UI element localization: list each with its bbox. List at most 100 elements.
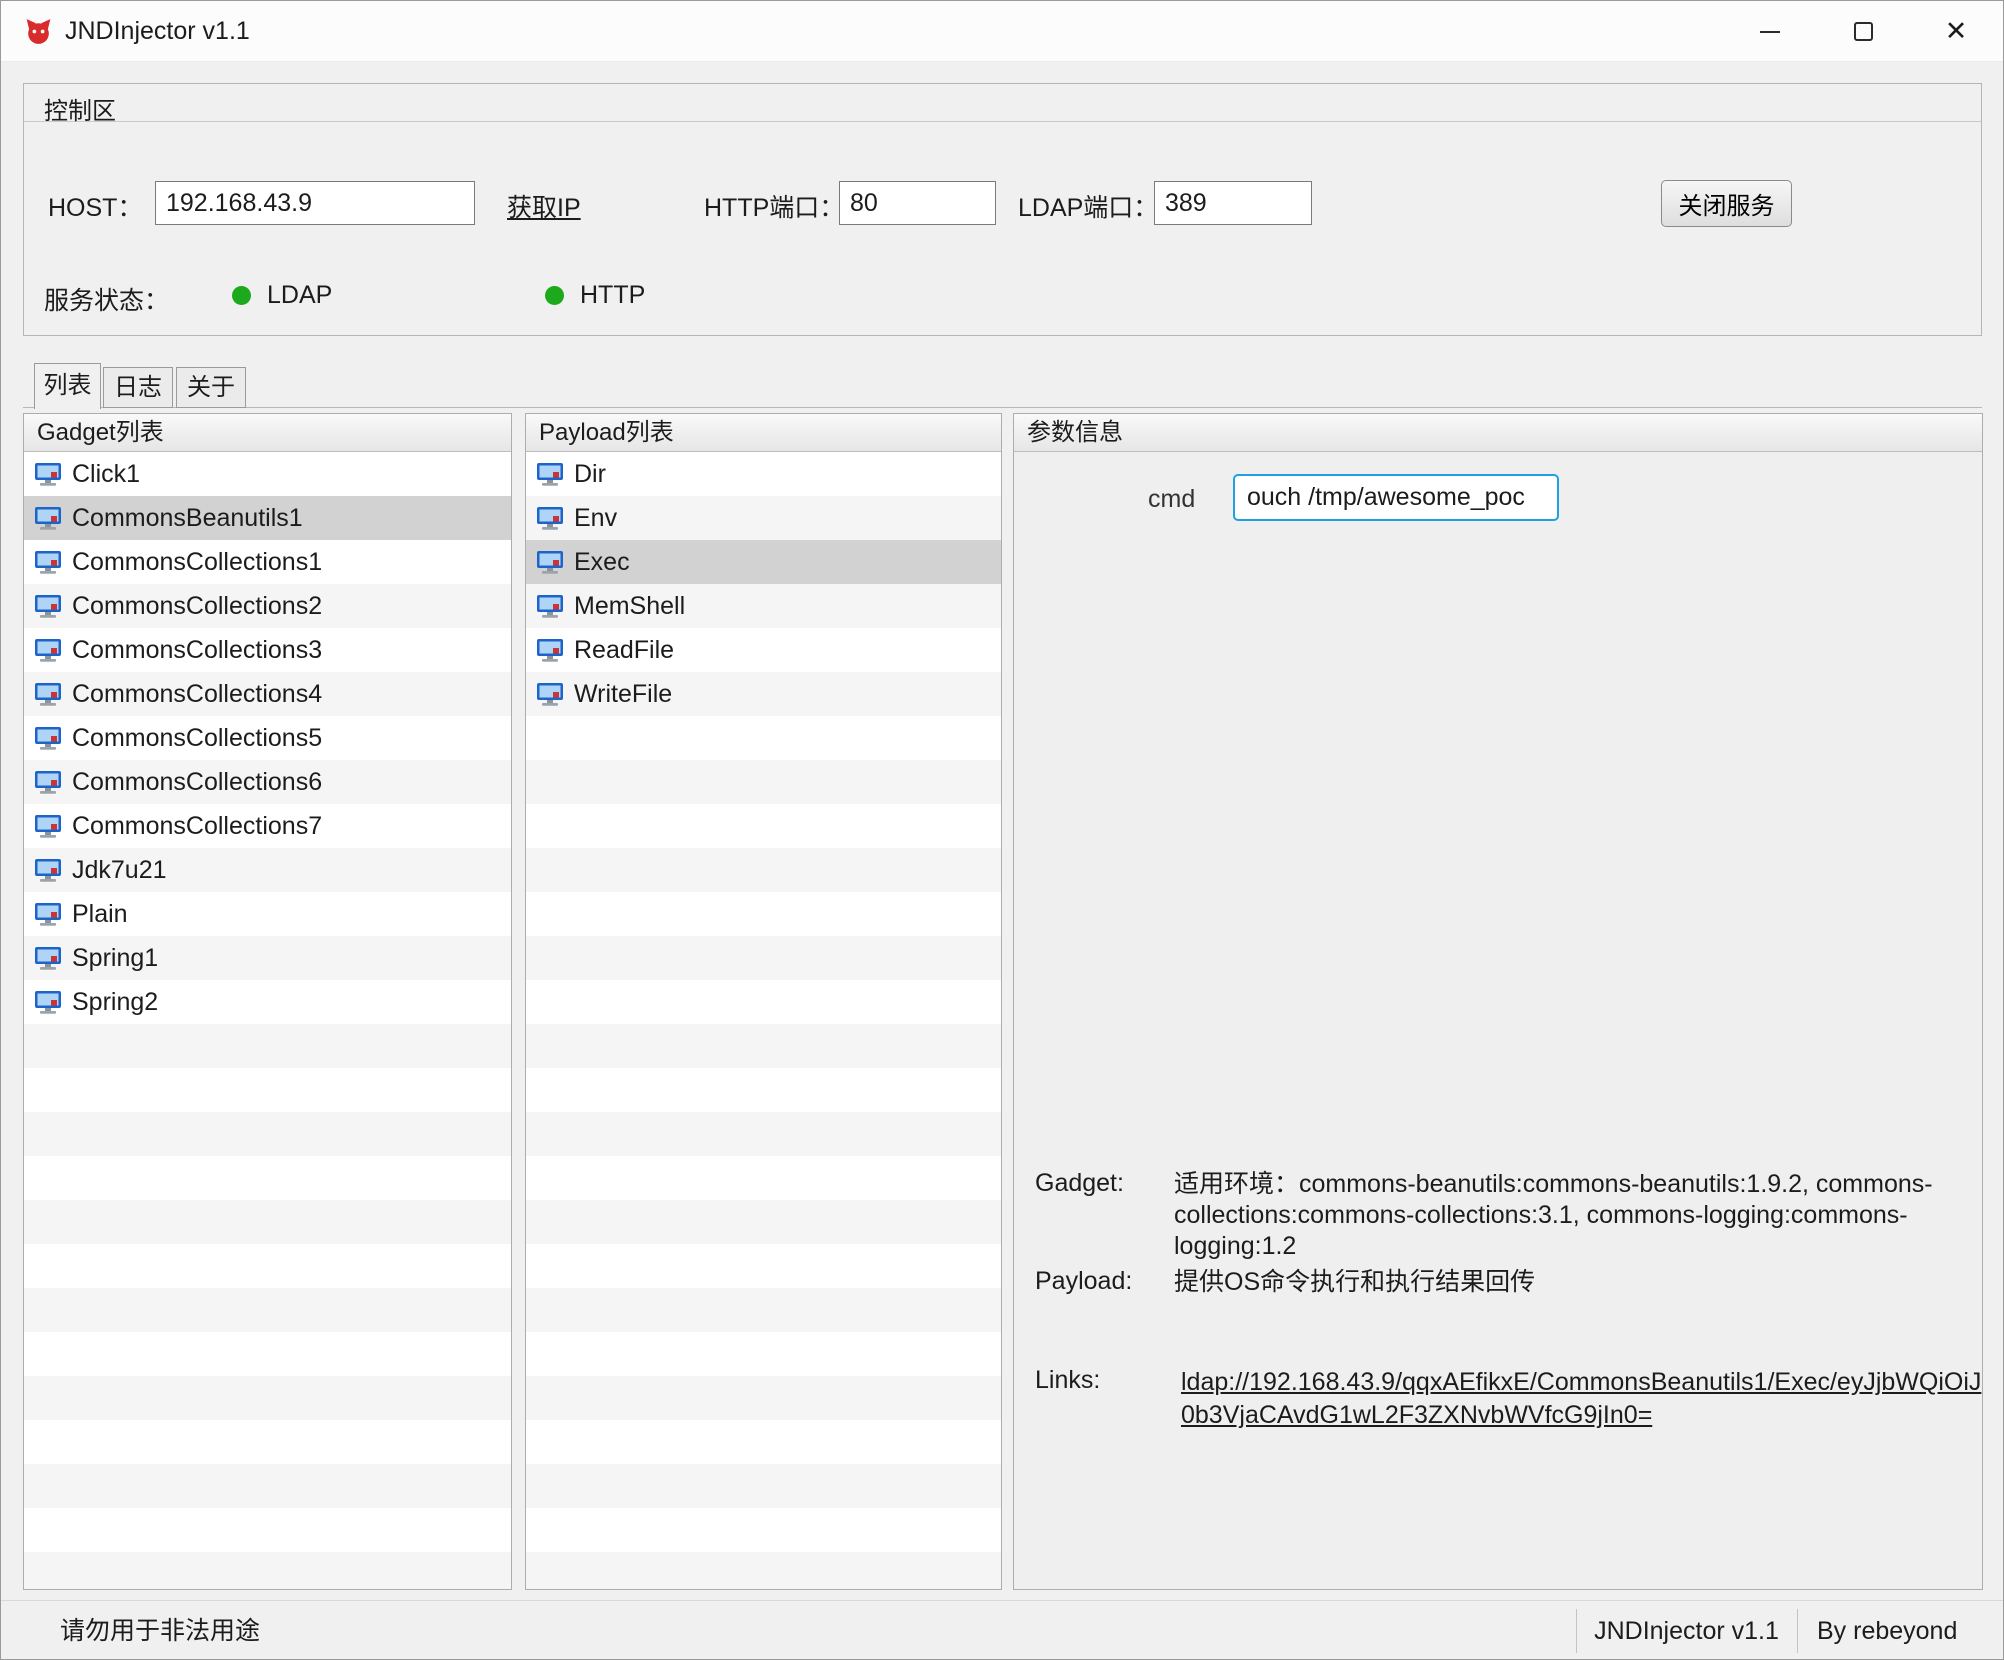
tab-list[interactable]: 列表 bbox=[34, 363, 101, 409]
list-item-label: Plain bbox=[72, 900, 128, 929]
list-item-env[interactable]: Env bbox=[526, 496, 1001, 540]
computer-icon bbox=[536, 682, 564, 707]
empty-row bbox=[24, 1552, 511, 1589]
empty-row bbox=[24, 1288, 511, 1332]
gadget-desc-label: Gadget: bbox=[1035, 1169, 1124, 1198]
list-item-spring1[interactable]: Spring1 bbox=[24, 936, 511, 980]
list-item-spring2[interactable]: Spring2 bbox=[24, 980, 511, 1024]
list-item-label: Env bbox=[574, 504, 617, 533]
list-item-label: CommonsCollections6 bbox=[72, 768, 322, 797]
empty-row bbox=[24, 1332, 511, 1376]
empty-row bbox=[526, 848, 1001, 892]
list-item-readfile[interactable]: ReadFile bbox=[526, 628, 1001, 672]
empty-row bbox=[24, 1244, 511, 1288]
links-label: Links: bbox=[1035, 1366, 1100, 1395]
empty-row bbox=[24, 1508, 511, 1552]
list-item-label: Exec bbox=[574, 548, 630, 577]
list-item-label: MemShell bbox=[574, 592, 685, 621]
list-item-label: CommonsCollections3 bbox=[72, 636, 322, 665]
get-ip-link[interactable]: 获取IP bbox=[507, 188, 581, 224]
maximize-button[interactable] bbox=[1827, 1, 1899, 62]
empty-row bbox=[526, 1420, 1001, 1464]
computer-icon bbox=[536, 594, 564, 619]
stop-service-button[interactable]: 关闭服务 bbox=[1661, 180, 1792, 227]
empty-row bbox=[526, 1552, 1001, 1589]
list-item-plain[interactable]: Plain bbox=[24, 892, 511, 936]
computer-icon bbox=[536, 462, 564, 487]
list-item-label: Spring1 bbox=[72, 944, 158, 973]
tab-log[interactable]: 日志 bbox=[103, 367, 173, 408]
ldap-status-dot bbox=[232, 286, 251, 305]
computer-icon bbox=[34, 506, 62, 531]
list-item-commonsbeanutils1[interactable]: CommonsBeanutils1 bbox=[24, 496, 511, 540]
list-item-label: ReadFile bbox=[574, 636, 674, 665]
computer-icon bbox=[536, 550, 564, 575]
empty-row bbox=[526, 1112, 1001, 1156]
empty-row bbox=[526, 760, 1001, 804]
list-item-commonscollections3[interactable]: CommonsCollections3 bbox=[24, 628, 511, 672]
list-item-label: Click1 bbox=[72, 460, 140, 489]
list-item-label: Jdk7u21 bbox=[72, 856, 167, 885]
param-panel-title: 参数信息 bbox=[1014, 414, 1982, 452]
control-group-header: 控制区 bbox=[24, 84, 1981, 122]
computer-icon bbox=[536, 638, 564, 663]
control-group: 控制区 HOST： 获取IP HTTP端口： LDAP端口： 关闭服务 服务状态… bbox=[23, 83, 1982, 336]
list-item-writefile[interactable]: WriteFile bbox=[526, 672, 1001, 716]
cmd-input[interactable] bbox=[1233, 474, 1559, 521]
list-item-label: CommonsCollections4 bbox=[72, 680, 322, 709]
empty-row bbox=[24, 1420, 511, 1464]
gadget-desc: 适用环境：commons-beanutils:commons-beanutils… bbox=[1174, 1169, 1979, 1262]
statusbar-separator bbox=[1797, 1609, 1798, 1653]
status-bar: 请勿用于非法用途 JNDInjector v1.1 By rebeyond bbox=[1, 1600, 2003, 1660]
list-item-commonscollections1[interactable]: CommonsCollections1 bbox=[24, 540, 511, 584]
computer-icon bbox=[34, 682, 62, 707]
empty-row bbox=[526, 804, 1001, 848]
computer-icon bbox=[34, 902, 62, 927]
tab-about[interactable]: 关于 bbox=[176, 367, 246, 408]
minimize-button[interactable] bbox=[1734, 1, 1806, 62]
http-port-input[interactable] bbox=[839, 181, 996, 225]
gadget-list: Click1CommonsBeanutils1CommonsCollection… bbox=[24, 452, 511, 1589]
ldap-port-input[interactable] bbox=[1154, 181, 1312, 225]
list-item-commonscollections5[interactable]: CommonsCollections5 bbox=[24, 716, 511, 760]
ldap-link[interactable]: ldap://192.168.43.9/qqxAEfikxE/CommonsBe… bbox=[1181, 1366, 1983, 1432]
empty-row bbox=[526, 1244, 1001, 1288]
list-item-exec[interactable]: Exec bbox=[526, 540, 1001, 584]
computer-icon bbox=[34, 550, 62, 575]
empty-row bbox=[24, 1464, 511, 1508]
list-item-label: CommonsCollections2 bbox=[72, 592, 322, 621]
computer-icon bbox=[34, 814, 62, 839]
host-input[interactable] bbox=[155, 181, 475, 225]
empty-row bbox=[24, 1376, 511, 1420]
control-group-title: 控制区 bbox=[44, 91, 116, 126]
list-item-jdk7u21[interactable]: Jdk7u21 bbox=[24, 848, 511, 892]
list-item-click1[interactable]: Click1 bbox=[24, 452, 511, 496]
tab-strip-baseline bbox=[23, 407, 1982, 408]
ldap-status-text: LDAP bbox=[267, 281, 332, 310]
cmd-label: cmd bbox=[1148, 485, 1195, 514]
list-item-commonscollections7[interactable]: CommonsCollections7 bbox=[24, 804, 511, 848]
empty-row bbox=[526, 1376, 1001, 1420]
computer-icon bbox=[34, 638, 62, 663]
empty-row bbox=[24, 1112, 511, 1156]
list-item-commonscollections4[interactable]: CommonsCollections4 bbox=[24, 672, 511, 716]
list-item-dir[interactable]: Dir bbox=[526, 452, 1001, 496]
empty-row bbox=[526, 1024, 1001, 1068]
maximize-icon bbox=[1854, 22, 1873, 41]
empty-row bbox=[24, 1068, 511, 1112]
empty-row bbox=[526, 1508, 1001, 1552]
computer-icon bbox=[34, 726, 62, 751]
list-item-commonscollections2[interactable]: CommonsCollections2 bbox=[24, 584, 511, 628]
gadget-panel: Gadget列表 Click1CommonsBeanutils1CommonsC… bbox=[23, 413, 512, 1590]
list-item-commonscollections6[interactable]: CommonsCollections6 bbox=[24, 760, 511, 804]
empty-row bbox=[526, 980, 1001, 1024]
empty-row bbox=[526, 892, 1001, 936]
computer-icon bbox=[34, 462, 62, 487]
list-item-memshell[interactable]: MemShell bbox=[526, 584, 1001, 628]
list-item-label: CommonsCollections7 bbox=[72, 812, 322, 841]
window-title: JNDInjector v1.1 bbox=[65, 1, 250, 62]
empty-row bbox=[526, 1464, 1001, 1508]
host-label: HOST： bbox=[48, 188, 142, 224]
close-button[interactable]: ✕ bbox=[1920, 1, 1992, 62]
empty-row bbox=[526, 716, 1001, 760]
